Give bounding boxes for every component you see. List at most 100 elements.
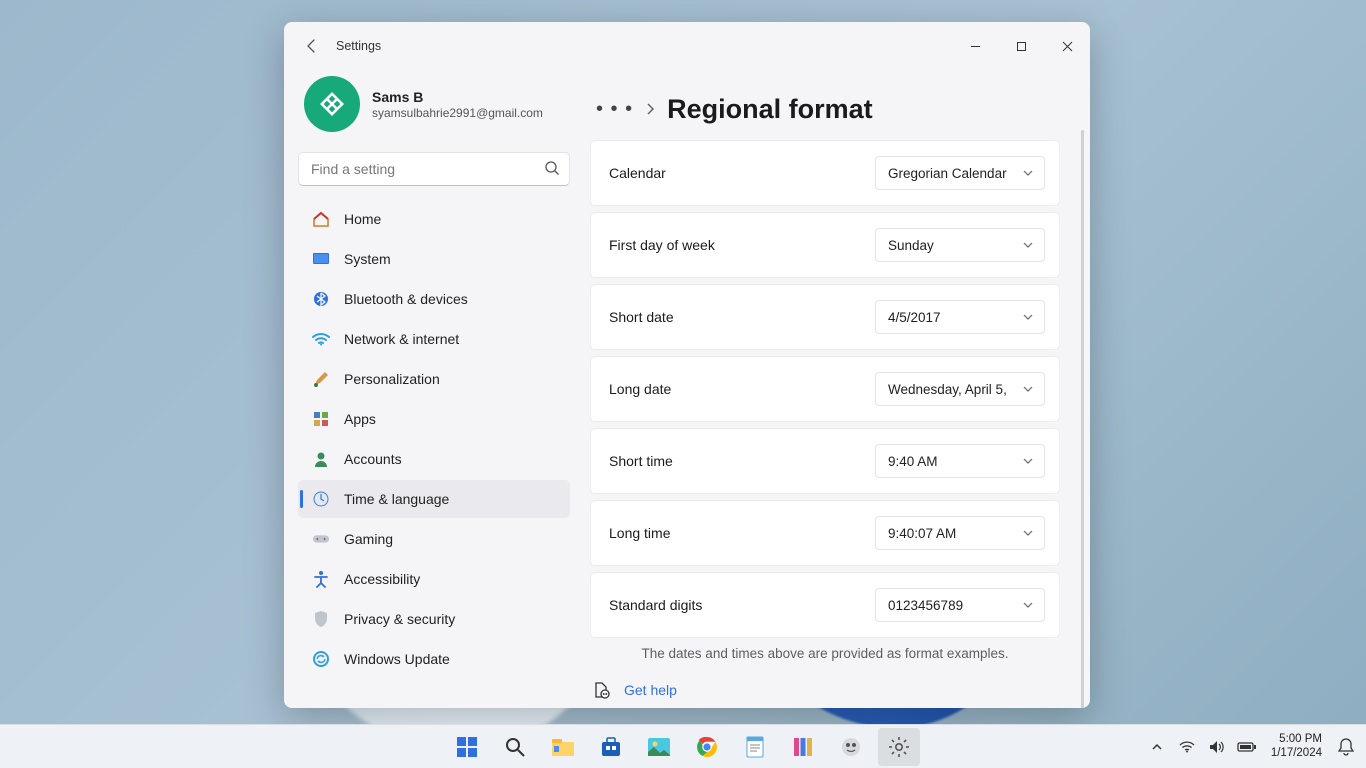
digits-dropdown[interactable]: 0123456789 [875, 588, 1045, 622]
setting-card-calendar: Calendar Gregorian Calendar [590, 140, 1060, 206]
sidebar-item-label: Gaming [344, 531, 393, 547]
sidebar-item-accounts[interactable]: Accounts [298, 440, 570, 478]
shield-icon [312, 610, 330, 628]
short-time-dropdown[interactable]: 9:40 AM [875, 444, 1045, 478]
taskbar-notepad-button[interactable] [734, 728, 776, 766]
system-tray: 5:00 PM 1/17/2024 [1147, 725, 1356, 768]
sidebar-item-gaming[interactable]: Gaming [298, 520, 570, 558]
scrollbar[interactable] [1081, 130, 1084, 708]
close-button[interactable] [1044, 30, 1090, 62]
tray-volume-icon[interactable] [1207, 740, 1227, 754]
dropdown-value: 4/5/2017 [888, 310, 1012, 325]
chevron-down-icon [1022, 313, 1034, 321]
chevron-down-icon [1022, 241, 1034, 249]
paintbrush-icon [312, 370, 330, 388]
calendar-dropdown[interactable]: Gregorian Calendar [875, 156, 1045, 190]
setting-label: Standard digits [609, 597, 702, 613]
setting-card-long-date: Long date Wednesday, April 5, [590, 356, 1060, 422]
tray-wifi-icon[interactable] [1177, 741, 1197, 753]
short-date-dropdown[interactable]: 4/5/2017 [875, 300, 1045, 334]
chevron-right-icon [645, 102, 655, 116]
tray-notifications-icon[interactable] [1336, 738, 1356, 756]
page-title: Regional format [667, 94, 873, 125]
sidebar-item-privacy[interactable]: Privacy & security [298, 600, 570, 638]
profile-email: syamsulbahrie2991@gmail.com [372, 106, 543, 120]
maximize-button[interactable] [998, 30, 1044, 62]
breadcrumb: • • • Regional format [590, 82, 1060, 136]
setting-card-short-time: Short time 9:40 AM [590, 428, 1060, 494]
update-icon [312, 650, 330, 668]
sidebar-item-label: Accounts [344, 451, 402, 467]
dropdown-value: Wednesday, April 5, [888, 382, 1012, 397]
taskbar-store-button[interactable] [590, 728, 632, 766]
globe-clock-icon [312, 490, 330, 508]
help-row: Get help [590, 681, 1060, 699]
home-icon [312, 210, 330, 228]
setting-label: Long time [609, 525, 670, 541]
search-icon [544, 160, 560, 176]
content-area: • • • Regional format Calendar Gregorian… [584, 70, 1090, 708]
setting-card-short-date: Short date 4/5/2017 [590, 284, 1060, 350]
chevron-down-icon [1022, 601, 1034, 609]
chevron-down-icon [1022, 457, 1034, 465]
sidebar-item-system[interactable]: System [298, 240, 570, 278]
dropdown-value: Sunday [888, 238, 1012, 253]
taskbar-app-1[interactable] [782, 728, 824, 766]
dropdown-value: 0123456789 [888, 598, 1012, 613]
sidebar-item-personalization[interactable]: Personalization [298, 360, 570, 398]
tray-overflow-icon[interactable] [1147, 742, 1167, 752]
apps-icon [312, 410, 330, 428]
taskbar: 5:00 PM 1/17/2024 [0, 724, 1366, 768]
person-icon [312, 450, 330, 468]
help-link[interactable]: Get help [624, 682, 677, 698]
back-button[interactable] [292, 26, 332, 66]
search-row [298, 152, 570, 186]
sidebar-item-label: Privacy & security [344, 611, 455, 627]
tray-battery-icon[interactable] [1237, 741, 1257, 753]
help-icon [592, 681, 610, 699]
sidebar-item-network[interactable]: Network & internet [298, 320, 570, 358]
tray-clock[interactable]: 5:00 PM 1/17/2024 [1267, 733, 1326, 761]
sidebar-item-label: System [344, 251, 391, 267]
chevron-down-icon [1022, 385, 1034, 393]
settings-window: Settings Sams B syamsulbahrie2991@gmail.… [284, 22, 1090, 708]
profile-section[interactable]: Sams B syamsulbahrie2991@gmail.com [298, 70, 570, 146]
search-input[interactable] [298, 152, 570, 186]
taskbar-chrome-button[interactable] [686, 728, 728, 766]
taskbar-app-2[interactable] [830, 728, 872, 766]
sidebar-item-accessibility[interactable]: Accessibility [298, 560, 570, 598]
wifi-icon [312, 330, 330, 348]
titlebar: Settings [284, 22, 1090, 70]
sidebar-item-home[interactable]: Home [298, 200, 570, 238]
taskbar-settings-button[interactable] [878, 728, 920, 766]
sidebar-item-label: Accessibility [344, 571, 420, 587]
taskbar-search-button[interactable] [494, 728, 536, 766]
hint-text: The dates and times above are provided a… [590, 646, 1060, 661]
sidebar-item-time-language[interactable]: Time & language [298, 480, 570, 518]
chevron-down-icon [1022, 529, 1034, 537]
setting-label: Long date [609, 381, 671, 397]
taskbar-explorer-button[interactable] [542, 728, 584, 766]
dropdown-value: Gregorian Calendar [888, 166, 1012, 181]
minimize-button[interactable] [952, 30, 998, 62]
bluetooth-icon [312, 290, 330, 308]
long-time-dropdown[interactable]: 9:40:07 AM [875, 516, 1045, 550]
sidebar-item-update[interactable]: Windows Update [298, 640, 570, 678]
start-button[interactable] [446, 728, 488, 766]
breadcrumb-overflow-button[interactable]: • • • [596, 98, 633, 121]
setting-label: First day of week [609, 237, 715, 253]
accessibility-icon [312, 570, 330, 588]
window-title: Settings [336, 39, 381, 53]
long-date-dropdown[interactable]: Wednesday, April 5, [875, 372, 1045, 406]
sidebar-item-apps[interactable]: Apps [298, 400, 570, 438]
sidebar-item-bluetooth[interactable]: Bluetooth & devices [298, 280, 570, 318]
profile-name: Sams B [372, 89, 543, 105]
taskbar-photos-button[interactable] [638, 728, 680, 766]
setting-card-first-day: First day of week Sunday [590, 212, 1060, 278]
dropdown-value: 9:40 AM [888, 454, 1012, 469]
sidebar-item-label: Windows Update [344, 651, 450, 667]
setting-label: Calendar [609, 165, 666, 181]
sidebar-item-label: Apps [344, 411, 376, 427]
window-controls [952, 30, 1090, 62]
first-day-dropdown[interactable]: Sunday [875, 228, 1045, 262]
